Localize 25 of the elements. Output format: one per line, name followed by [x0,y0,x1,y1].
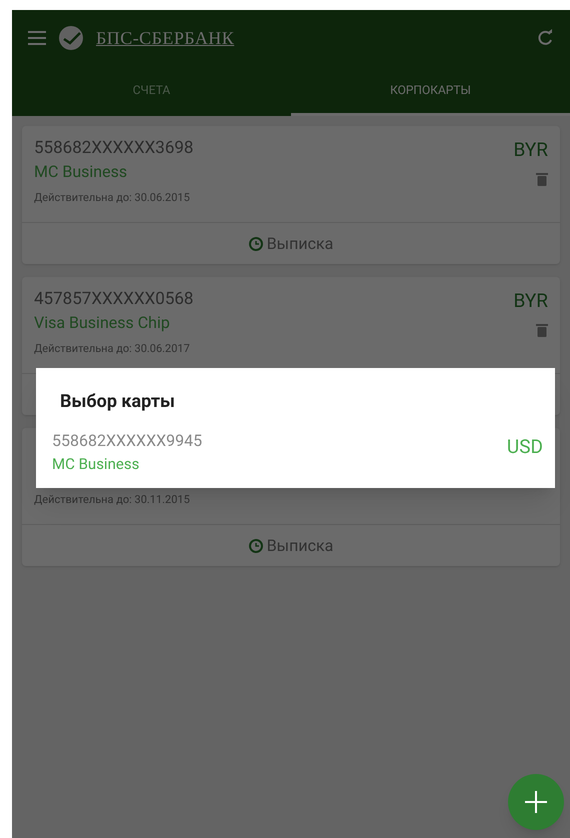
menu-icon[interactable] [28,31,46,45]
validity-date: Действительна до: 30.06.2017 [34,341,191,357]
tab[interactable]: КОРПОКАРТЫ [291,66,570,116]
card-type: Visa Business Chip [34,312,171,334]
dialog-title: Выбор карты [59,390,176,414]
currency-label: USD [506,434,543,460]
card-type: MC Business [52,454,140,475]
logo-icon [58,25,84,51]
card-type: MC Business [34,161,128,183]
logo-text: БПС-СБЕРБАНК [96,26,234,50]
refresh-icon[interactable] [536,29,554,47]
statement-button[interactable]: Выписка [240,228,342,260]
clock-icon [248,236,263,250]
statement-button[interactable]: Выписка [240,530,342,562]
card-number: 457857XXXXXX0568 [34,288,194,311]
clock-icon [248,538,263,552]
validity-date: Действительна до: 30.06.2015 [34,190,191,206]
currency-label: BYR [514,137,548,160]
card-number: 558682XXXXXX9945 [52,430,202,452]
card-number: 558682XXXXXX3698 [34,137,194,160]
currency-label: BYR [514,288,548,311]
plus-icon [525,791,547,813]
trash-icon[interactable] [536,323,548,337]
tab[interactable]: СЧЕТА [12,66,291,116]
trash-icon[interactable] [536,172,548,186]
